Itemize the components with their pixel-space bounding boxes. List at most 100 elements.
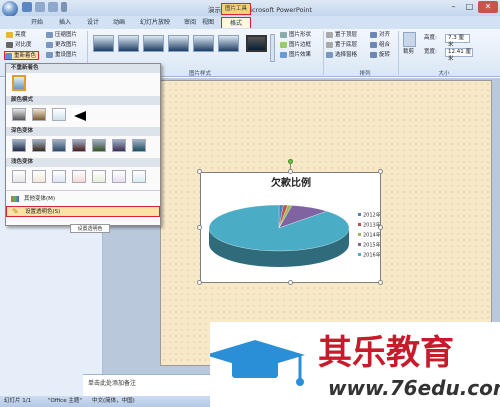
tab-animations[interactable]: 动画 [106,17,132,28]
send-to-back-button[interactable]: 置于底层 [326,41,357,50]
no-recolor-swatch[interactable] [12,75,26,91]
light-variant-swatch[interactable] [132,170,146,183]
compress-icon [46,31,53,38]
arrange-group-label: 排列 [359,71,371,77]
gallery-more-icon[interactable] [270,34,275,62]
light-variant-swatch[interactable] [52,170,66,183]
width-input[interactable]: 12.41 厘米 [445,48,473,62]
legend-swatch [358,233,361,236]
picture-border-button[interactable]: 图片边框 [280,41,311,50]
black-white-swatch[interactable] [72,108,86,121]
recolor-button[interactable]: 重新着色 [4,51,40,60]
dark-variant-swatch[interactable] [132,139,146,152]
picture-style-thumb[interactable] [168,35,189,52]
tab-home[interactable]: 开始 [24,17,50,28]
legend-swatch [358,243,361,246]
tab-format[interactable]: 格式 [221,17,251,28]
width-label: 宽度: [424,49,437,55]
change-picture-button[interactable]: 更改图片 [46,41,77,50]
crop-label: 裁剪 [403,49,415,55]
rotate-button[interactable]: 旋转 [370,51,390,60]
window-title: 演示文稿1 - Microsoft PowerPoint [207,6,313,14]
align-icon [370,31,377,38]
light-variant-swatch[interactable] [32,170,46,183]
picture-style-thumb[interactable] [193,35,214,52]
picture-shape-button[interactable]: 图片形状 [280,31,311,40]
light-variant-swatch[interactable] [112,170,126,183]
picture-style-thumb[interactable] [93,35,114,52]
selection-pane-icon [326,51,333,58]
transparent-pen-icon: ✎ [12,207,19,216]
legend-label: 2012年 [363,212,380,219]
bring-front-icon [326,31,333,38]
picture-style-thumb[interactable] [143,35,164,52]
washout-swatch[interactable] [52,108,66,121]
sepia-swatch[interactable] [32,108,46,121]
chart-title: 欠款比例 [271,176,311,189]
light-variant-swatch[interactable] [92,170,106,183]
group-button[interactable]: 组合 [370,41,390,50]
powerpoint-window: 演示文稿1 - Microsoft PowerPoint 图片工具 – □ ✕ … [0,0,500,407]
tab-design[interactable]: 设计 [80,17,106,28]
light-variant-swatch[interactable] [72,170,86,183]
dark-variant-swatch[interactable] [32,139,46,152]
dark-variant-swatch[interactable] [52,139,66,152]
change-picture-icon [46,41,53,48]
border-icon [280,41,287,48]
contrast-button[interactable]: 对比度 [6,41,32,50]
picture-style-thumb[interactable] [118,35,139,52]
tooltip: 设置透明色 [70,224,110,233]
tab-insert[interactable]: 插入 [52,17,78,28]
minimize-icon[interactable]: – [446,1,461,13]
black-white-icon [74,111,86,121]
set-transparent-color-item[interactable]: ✎ 设置透明色(S) [6,206,160,217]
compress-pictures-button[interactable]: 压缩图片 [46,31,77,40]
dark-variant-swatch[interactable] [112,139,126,152]
undo-icon[interactable] [35,2,45,12]
crop-icon[interactable] [403,32,416,47]
reset-picture-button[interactable]: 重设图片 [46,51,77,60]
palette-icon [11,196,19,202]
brightness-button[interactable]: 亮度 [6,31,26,40]
slide-count: 幻灯片 1/1 [4,398,32,404]
redo-icon[interactable] [48,2,58,12]
bring-to-front-button[interactable]: 置于顶层 [326,31,357,40]
ribbon-separator [323,31,324,75]
menu-divider [6,190,160,191]
legend-label: 2013年 [363,222,380,229]
tab-view[interactable]: 视图 [196,17,220,28]
watermark-logo: 其乐教育 www.76edu.com [210,322,500,407]
dark-variant-swatch[interactable] [12,139,26,152]
dark-variant-swatch[interactable] [72,139,86,152]
height-input[interactable]: 7.3 厘米 [445,34,470,48]
maximize-icon[interactable]: □ [462,1,477,13]
language: 中文(简体，中国) [92,398,135,404]
close-icon[interactable]: ✕ [478,1,498,13]
picture-style-thumb-selected[interactable] [246,35,267,52]
selection-pane-button[interactable]: 选择窗格 [326,51,357,60]
legend-swatch [358,223,361,226]
more-variants-item[interactable]: 其他变体(M) [6,194,160,204]
legend-label: 2016年 [363,252,380,259]
picture-effects-button[interactable]: 图片效果 [280,51,311,60]
save-icon[interactable] [22,2,32,12]
light-variant-swatch[interactable] [12,170,26,183]
effects-icon [280,51,287,58]
picture-style-thumb[interactable] [218,35,239,52]
light-variants-header: 浅色变体 [6,158,160,167]
no-recolor-header: 不重新着色 [6,64,160,73]
ribbon-separator [398,31,399,75]
dark-variants-header: 深色变体 [6,127,160,136]
grayscale-swatch[interactable] [12,108,26,121]
size-group-label: 大小 [438,71,450,77]
office-button[interactable] [2,1,18,17]
watermark-title: 其乐教育 [318,333,454,373]
brightness-icon [6,31,13,38]
tab-slideshow[interactable]: 幻灯片放映 [134,17,176,28]
legend-label: 2015年 [363,242,380,249]
align-button[interactable]: 对齐 [370,31,390,40]
dark-variant-swatch[interactable] [92,139,106,152]
quick-access-dropdown-icon[interactable] [61,2,67,12]
legend-swatch [358,253,361,256]
picture-styles-group-label: 图片样式 [188,71,211,77]
